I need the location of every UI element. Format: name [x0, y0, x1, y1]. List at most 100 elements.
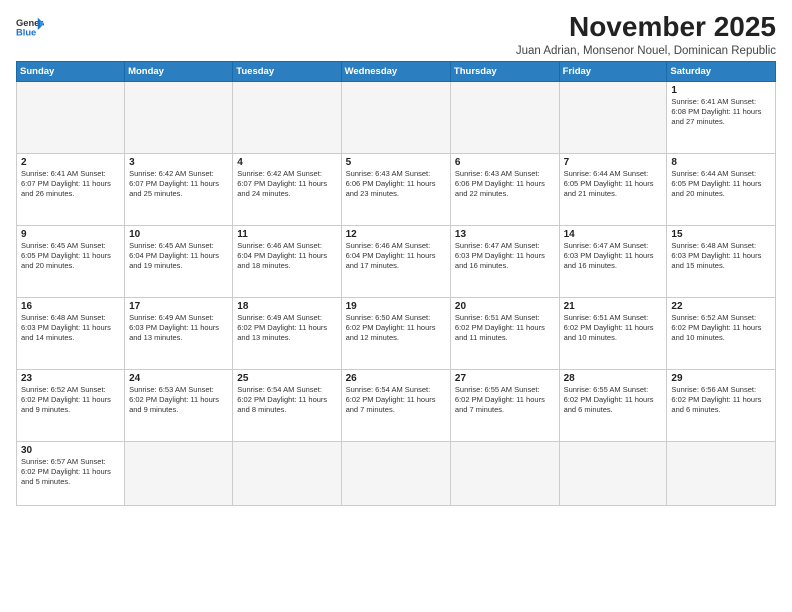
calendar-cell [233, 81, 341, 153]
calendar-header-row: Sunday Monday Tuesday Wednesday Thursday… [17, 61, 776, 81]
day-number: 29 [671, 373, 771, 384]
calendar-cell [667, 441, 776, 505]
day-info: Sunrise: 6:48 AM Sunset: 6:03 PM Dayligh… [671, 241, 771, 271]
calendar-cell: 28Sunrise: 6:55 AM Sunset: 6:02 PM Dayli… [559, 369, 667, 441]
calendar-cell: 14Sunrise: 6:47 AM Sunset: 6:03 PM Dayli… [559, 225, 667, 297]
day-number: 1 [671, 85, 771, 96]
day-info: Sunrise: 6:42 AM Sunset: 6:07 PM Dayligh… [237, 169, 336, 199]
day-number: 9 [21, 229, 120, 240]
calendar-cell: 2Sunrise: 6:41 AM Sunset: 6:07 PM Daylig… [17, 153, 125, 225]
day-number: 4 [237, 157, 336, 168]
calendar-cell: 4Sunrise: 6:42 AM Sunset: 6:07 PM Daylig… [233, 153, 341, 225]
calendar-cell: 27Sunrise: 6:55 AM Sunset: 6:02 PM Dayli… [450, 369, 559, 441]
header-friday: Friday [559, 61, 667, 81]
day-info: Sunrise: 6:45 AM Sunset: 6:05 PM Dayligh… [21, 241, 120, 271]
day-info: Sunrise: 6:54 AM Sunset: 6:02 PM Dayligh… [346, 385, 446, 415]
day-info: Sunrise: 6:46 AM Sunset: 6:04 PM Dayligh… [346, 241, 446, 271]
day-info: Sunrise: 6:51 AM Sunset: 6:02 PM Dayligh… [455, 313, 555, 343]
day-number: 23 [21, 373, 120, 384]
calendar-cell [450, 81, 559, 153]
day-number: 16 [21, 301, 120, 312]
calendar-cell: 8Sunrise: 6:44 AM Sunset: 6:05 PM Daylig… [667, 153, 776, 225]
day-info: Sunrise: 6:44 AM Sunset: 6:05 PM Dayligh… [671, 169, 771, 199]
calendar-cell: 1Sunrise: 6:41 AM Sunset: 6:08 PM Daylig… [667, 81, 776, 153]
header: General Blue November 2025 Juan Adrian, … [16, 12, 776, 57]
calendar-cell [125, 441, 233, 505]
day-number: 19 [346, 301, 446, 312]
calendar-cell: 7Sunrise: 6:44 AM Sunset: 6:05 PM Daylig… [559, 153, 667, 225]
day-number: 6 [455, 157, 555, 168]
calendar-cell: 15Sunrise: 6:48 AM Sunset: 6:03 PM Dayli… [667, 225, 776, 297]
header-sunday: Sunday [17, 61, 125, 81]
calendar-cell: 3Sunrise: 6:42 AM Sunset: 6:07 PM Daylig… [125, 153, 233, 225]
day-info: Sunrise: 6:47 AM Sunset: 6:03 PM Dayligh… [455, 241, 555, 271]
calendar-cell: 13Sunrise: 6:47 AM Sunset: 6:03 PM Dayli… [450, 225, 559, 297]
day-info: Sunrise: 6:54 AM Sunset: 6:02 PM Dayligh… [237, 385, 336, 415]
page: General Blue November 2025 Juan Adrian, … [0, 0, 792, 612]
calendar-cell: 6Sunrise: 6:43 AM Sunset: 6:06 PM Daylig… [450, 153, 559, 225]
day-info: Sunrise: 6:56 AM Sunset: 6:02 PM Dayligh… [671, 385, 771, 415]
calendar-cell: 18Sunrise: 6:49 AM Sunset: 6:02 PM Dayli… [233, 297, 341, 369]
day-number: 22 [671, 301, 771, 312]
day-number: 20 [455, 301, 555, 312]
calendar-cell [559, 81, 667, 153]
title-section: November 2025 Juan Adrian, Monsenor Noue… [516, 12, 776, 57]
header-monday: Monday [125, 61, 233, 81]
day-number: 17 [129, 301, 228, 312]
day-info: Sunrise: 6:45 AM Sunset: 6:04 PM Dayligh… [129, 241, 228, 271]
calendar-cell: 23Sunrise: 6:52 AM Sunset: 6:02 PM Dayli… [17, 369, 125, 441]
calendar-cell [125, 81, 233, 153]
calendar-cell [341, 441, 450, 505]
header-tuesday: Tuesday [233, 61, 341, 81]
header-thursday: Thursday [450, 61, 559, 81]
day-info: Sunrise: 6:57 AM Sunset: 6:02 PM Dayligh… [21, 457, 120, 487]
calendar-cell: 22Sunrise: 6:52 AM Sunset: 6:02 PM Dayli… [667, 297, 776, 369]
calendar-cell: 10Sunrise: 6:45 AM Sunset: 6:04 PM Dayli… [125, 225, 233, 297]
day-info: Sunrise: 6:43 AM Sunset: 6:06 PM Dayligh… [455, 169, 555, 199]
day-number: 25 [237, 373, 336, 384]
day-info: Sunrise: 6:42 AM Sunset: 6:07 PM Dayligh… [129, 169, 228, 199]
day-number: 28 [564, 373, 663, 384]
logo: General Blue [16, 16, 44, 38]
calendar-cell [17, 81, 125, 153]
logo-icon: General Blue [16, 16, 44, 38]
day-info: Sunrise: 6:55 AM Sunset: 6:02 PM Dayligh… [455, 385, 555, 415]
calendar-cell: 30Sunrise: 6:57 AM Sunset: 6:02 PM Dayli… [17, 441, 125, 505]
calendar-cell [341, 81, 450, 153]
calendar-cell: 19Sunrise: 6:50 AM Sunset: 6:02 PM Dayli… [341, 297, 450, 369]
day-info: Sunrise: 6:53 AM Sunset: 6:02 PM Dayligh… [129, 385, 228, 415]
day-info: Sunrise: 6:52 AM Sunset: 6:02 PM Dayligh… [21, 385, 120, 415]
day-info: Sunrise: 6:43 AM Sunset: 6:06 PM Dayligh… [346, 169, 446, 199]
day-number: 15 [671, 229, 771, 240]
calendar-cell: 29Sunrise: 6:56 AM Sunset: 6:02 PM Dayli… [667, 369, 776, 441]
day-number: 14 [564, 229, 663, 240]
calendar-cell: 26Sunrise: 6:54 AM Sunset: 6:02 PM Dayli… [341, 369, 450, 441]
day-info: Sunrise: 6:49 AM Sunset: 6:03 PM Dayligh… [129, 313, 228, 343]
day-number: 10 [129, 229, 228, 240]
day-number: 12 [346, 229, 446, 240]
day-number: 13 [455, 229, 555, 240]
day-info: Sunrise: 6:51 AM Sunset: 6:02 PM Dayligh… [564, 313, 663, 343]
month-title: November 2025 [516, 12, 776, 43]
day-info: Sunrise: 6:52 AM Sunset: 6:02 PM Dayligh… [671, 313, 771, 343]
calendar-table: Sunday Monday Tuesday Wednesday Thursday… [16, 61, 776, 506]
day-number: 5 [346, 157, 446, 168]
day-number: 8 [671, 157, 771, 168]
day-info: Sunrise: 6:55 AM Sunset: 6:02 PM Dayligh… [564, 385, 663, 415]
day-info: Sunrise: 6:47 AM Sunset: 6:03 PM Dayligh… [564, 241, 663, 271]
day-number: 24 [129, 373, 228, 384]
calendar-cell [559, 441, 667, 505]
calendar-cell: 21Sunrise: 6:51 AM Sunset: 6:02 PM Dayli… [559, 297, 667, 369]
day-number: 11 [237, 229, 336, 240]
day-number: 30 [21, 445, 120, 456]
subtitle: Juan Adrian, Monsenor Nouel, Dominican R… [516, 45, 776, 57]
calendar-cell: 17Sunrise: 6:49 AM Sunset: 6:03 PM Dayli… [125, 297, 233, 369]
calendar-cell: 25Sunrise: 6:54 AM Sunset: 6:02 PM Dayli… [233, 369, 341, 441]
header-wednesday: Wednesday [341, 61, 450, 81]
svg-text:Blue: Blue [16, 28, 36, 38]
day-info: Sunrise: 6:49 AM Sunset: 6:02 PM Dayligh… [237, 313, 336, 343]
day-number: 27 [455, 373, 555, 384]
day-number: 7 [564, 157, 663, 168]
calendar-cell: 12Sunrise: 6:46 AM Sunset: 6:04 PM Dayli… [341, 225, 450, 297]
calendar-cell: 5Sunrise: 6:43 AM Sunset: 6:06 PM Daylig… [341, 153, 450, 225]
